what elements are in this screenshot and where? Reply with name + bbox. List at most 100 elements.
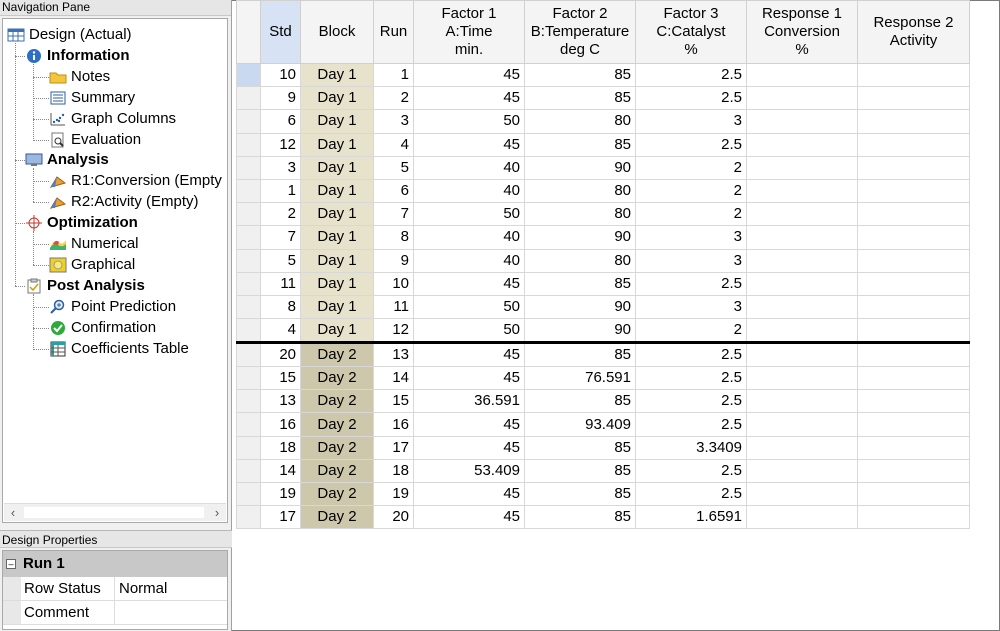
cell-response-1[interactable] — [746, 435, 858, 460]
row-selector[interactable] — [236, 366, 261, 391]
cell-factor-a[interactable]: 50 — [413, 318, 525, 344]
tree-item-graph-columns[interactable]: Graph Columns — [49, 109, 176, 129]
collapse-icon[interactable]: – — [6, 559, 16, 569]
cell-response-2[interactable] — [857, 225, 970, 250]
cell-response-1[interactable] — [746, 86, 858, 111]
cell-response-2[interactable] — [857, 294, 970, 320]
cell-run[interactable]: 20 — [373, 505, 414, 530]
tree-horizontal-scrollbar[interactable]: ‹ › — [4, 503, 226, 521]
table-row[interactable]: 4 Day 1 12 50 90 2 — [236, 318, 970, 344]
property-row-row-status[interactable]: Row Status Normal — [3, 577, 227, 601]
column-header-response-1[interactable]: Response 1 Conversion% — [746, 0, 858, 64]
cell-factor-b[interactable]: 90 — [524, 294, 636, 320]
cell-response-2[interactable] — [857, 481, 970, 507]
cell-factor-c[interactable]: 3.3409 — [635, 435, 747, 460]
cell-factor-b[interactable]: 85 — [524, 389, 636, 414]
cell-response-1[interactable] — [746, 155, 858, 180]
cell-std[interactable]: 7 — [260, 225, 301, 250]
cell-block[interactable]: Day 2 — [300, 505, 374, 530]
cell-std[interactable]: 9 — [260, 86, 301, 111]
property-category[interactable]: – Run 1 — [3, 551, 227, 577]
cell-factor-c[interactable]: 2.5 — [635, 271, 747, 296]
cell-block[interactable]: Day 1 — [300, 225, 374, 250]
cell-block[interactable]: Day 1 — [300, 86, 374, 111]
cell-factor-c[interactable]: 2 — [635, 202, 747, 227]
cell-response-2[interactable] — [857, 341, 970, 368]
cell-factor-b[interactable]: 80 — [524, 178, 636, 204]
column-header-std[interactable]: Std — [260, 0, 301, 64]
cell-factor-a[interactable]: 53.409 — [413, 458, 525, 484]
cell-factor-a[interactable]: 45 — [413, 481, 525, 507]
cell-response-2[interactable] — [857, 435, 970, 460]
cell-factor-a[interactable]: 45 — [413, 132, 525, 157]
cell-response-2[interactable] — [857, 458, 970, 484]
row-selector[interactable] — [236, 132, 261, 157]
cell-run[interactable]: 3 — [373, 109, 414, 134]
cell-response-2[interactable] — [857, 202, 970, 227]
cell-factor-a[interactable]: 45 — [413, 341, 525, 368]
cell-response-2[interactable] — [857, 366, 970, 391]
cell-factor-b[interactable]: 85 — [524, 435, 636, 460]
cell-factor-c[interactable]: 3 — [635, 225, 747, 250]
cell-factor-b[interactable]: 85 — [524, 62, 636, 88]
cell-response-1[interactable] — [746, 225, 858, 250]
cell-factor-b[interactable]: 90 — [524, 155, 636, 180]
tree-item-evaluation[interactable]: Evaluation — [49, 130, 141, 150]
cell-run[interactable]: 4 — [373, 132, 414, 157]
cell-run[interactable]: 19 — [373, 481, 414, 507]
table-row[interactable]: 17 Day 2 20 45 85 1.6591 — [236, 505, 970, 530]
cell-run[interactable]: 11 — [373, 294, 414, 320]
cell-factor-a[interactable]: 50 — [413, 109, 525, 134]
cell-block[interactable]: Day 2 — [300, 435, 374, 460]
tree-item-analysis[interactable]: Analysis — [25, 150, 109, 170]
table-row[interactable]: 3 Day 1 5 40 90 2 — [236, 155, 970, 180]
cell-run[interactable]: 2 — [373, 86, 414, 111]
cell-std[interactable]: 5 — [260, 248, 301, 273]
cell-factor-c[interactable]: 3 — [635, 109, 747, 134]
cell-block[interactable]: Day 1 — [300, 202, 374, 227]
row-selector[interactable] — [236, 248, 261, 273]
tree-item-summary[interactable]: Summary — [49, 88, 135, 108]
row-selector[interactable] — [236, 178, 261, 204]
row-selector[interactable] — [236, 481, 261, 507]
row-selector[interactable] — [236, 155, 261, 180]
cell-response-2[interactable] — [857, 389, 970, 414]
cell-response-2[interactable] — [857, 412, 970, 437]
cell-block[interactable]: Day 1 — [300, 248, 374, 273]
cell-factor-a[interactable]: 40 — [413, 178, 525, 204]
cell-factor-a[interactable]: 45 — [413, 505, 525, 530]
tree-item-confirmation[interactable]: Confirmation — [49, 318, 156, 338]
column-header-factor-a[interactable]: Factor 1 A:Time min. — [413, 0, 525, 64]
row-selector[interactable] — [236, 294, 261, 320]
row-selector[interactable] — [236, 458, 261, 484]
cell-factor-c[interactable]: 2 — [635, 178, 747, 204]
cell-std[interactable]: 19 — [260, 481, 301, 507]
column-header-block[interactable]: Block — [300, 0, 374, 64]
cell-response-1[interactable] — [746, 505, 858, 530]
table-row[interactable]: 8 Day 1 11 50 90 3 — [236, 294, 970, 320]
cell-factor-b[interactable]: 85 — [524, 271, 636, 296]
cell-run[interactable]: 7 — [373, 202, 414, 227]
row-selector[interactable] — [236, 109, 261, 134]
cell-response-1[interactable] — [746, 458, 858, 484]
cell-factor-b[interactable]: 85 — [524, 505, 636, 530]
table-row[interactable]: 10 Day 1 1 45 85 2.5 — [236, 62, 970, 88]
cell-factor-a[interactable]: 45 — [413, 366, 525, 391]
cell-block[interactable]: Day 1 — [300, 109, 374, 134]
property-value[interactable] — [115, 601, 227, 624]
cell-run[interactable]: 15 — [373, 389, 414, 414]
cell-response-2[interactable] — [857, 86, 970, 111]
cell-block[interactable]: Day 1 — [300, 318, 374, 344]
row-selector[interactable] — [236, 341, 261, 368]
cell-std[interactable]: 16 — [260, 412, 301, 437]
cell-run[interactable]: 5 — [373, 155, 414, 180]
cell-block[interactable]: Day 2 — [300, 481, 374, 507]
cell-factor-a[interactable]: 40 — [413, 248, 525, 273]
cell-factor-b[interactable]: 85 — [524, 86, 636, 111]
cell-block[interactable]: Day 1 — [300, 132, 374, 157]
table-row[interactable]: 18 Day 2 17 45 85 3.3409 — [236, 435, 970, 460]
cell-run[interactable]: 12 — [373, 318, 414, 344]
cell-factor-c[interactable]: 2.5 — [635, 86, 747, 111]
cell-factor-b[interactable]: 85 — [524, 341, 636, 368]
cell-factor-a[interactable]: 50 — [413, 202, 525, 227]
